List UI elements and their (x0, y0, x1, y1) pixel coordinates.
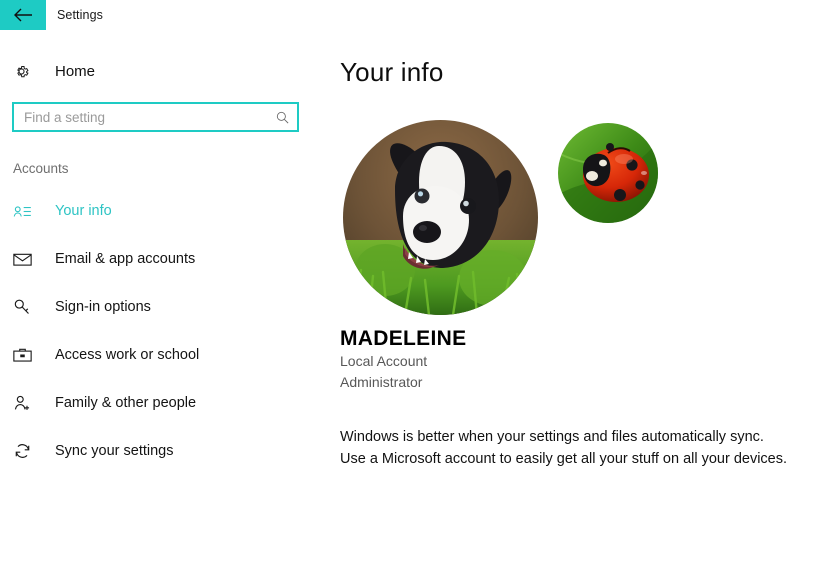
account-type: Local Account (340, 353, 428, 369)
gear-icon (13, 63, 39, 80)
search-icon[interactable] (267, 104, 297, 130)
window-title: Settings (57, 8, 103, 22)
page-title: Your info (340, 57, 444, 87)
sidebar: Home Accounts Your info (0, 30, 320, 569)
key-icon (13, 298, 37, 316)
briefcase-icon (13, 347, 37, 363)
sidebar-item-access-work-or-school[interactable]: Access work or school (0, 331, 320, 379)
sidebar-item-sign-in-options-label: Sign-in options (55, 299, 151, 315)
sidebar-item-access-work-or-school-label: Access work or school (55, 347, 200, 363)
sidebar-item-home[interactable]: Home (0, 54, 320, 88)
back-button[interactable] (0, 0, 46, 30)
sidebar-item-sign-in-options[interactable]: Sign-in options (0, 283, 320, 331)
sidebar-item-family-other-people[interactable]: Family & other people (0, 379, 320, 427)
account-name: MADELEINE (340, 327, 467, 350)
account-role: Administrator (340, 374, 423, 390)
search-input[interactable] (14, 104, 267, 130)
back-arrow-icon (13, 8, 33, 22)
search-box[interactable] (12, 102, 299, 132)
sidebar-item-sync-your-settings[interactable]: Sync your settings (0, 427, 320, 475)
envelope-icon (13, 252, 37, 267)
sidebar-item-home-label: Home (55, 62, 96, 80)
account-pictures-row (320, 120, 818, 320)
sidebar-item-your-info[interactable]: Your info (0, 187, 320, 235)
sidebar-section-label: Accounts (13, 161, 69, 176)
sidebar-item-email-app-accounts[interactable]: Email & app accounts (0, 235, 320, 283)
person-add-icon (13, 394, 37, 412)
sync-description: Windows is better when your settings and… (340, 429, 788, 467)
sidebar-item-sync-your-settings-label: Sync your settings (55, 443, 174, 459)
recent-picture-thumbnail[interactable] (558, 123, 658, 223)
title-bar: Settings (0, 0, 818, 30)
sidebar-nav: Your info Email & app accounts Sign-in o… (0, 187, 320, 475)
sidebar-item-your-info-label: Your info (55, 203, 112, 219)
main-content: Your info MADELEINE Local Account Admini… (320, 30, 818, 569)
contact-card-icon (13, 204, 37, 219)
sidebar-item-family-other-people-label: Family & other people (55, 395, 197, 411)
account-avatar (343, 120, 538, 315)
sync-icon (13, 442, 37, 460)
sidebar-item-email-app-accounts-label: Email & app accounts (55, 251, 196, 267)
